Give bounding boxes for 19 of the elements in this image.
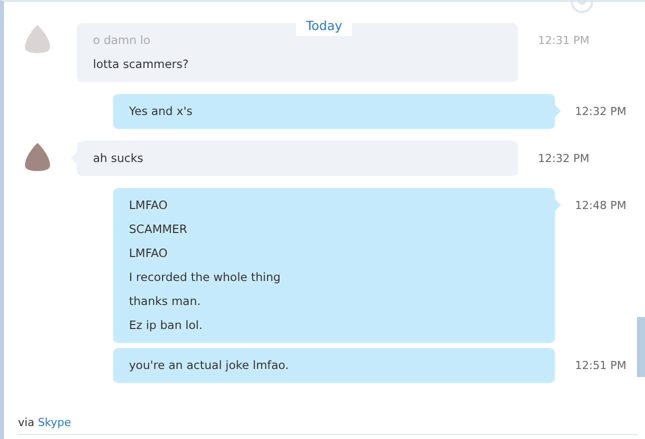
message-text: Ez ip ban lol. <box>129 317 204 334</box>
scrollbar-thumb[interactable] <box>637 317 645 377</box>
message-text: thanks man. <box>129 293 202 310</box>
message-time: 12:48 PM <box>575 198 626 214</box>
message-text: Yes and x's <box>129 103 194 120</box>
message-text: SCAMMER <box>129 221 188 238</box>
message-time: 12:32 PM <box>538 151 590 167</box>
message-text: lotta scammers? <box>93 56 190 73</box>
via-label: via <box>18 416 34 429</box>
message-time: 12:51 PM <box>575 358 626 374</box>
message-text: LMFAO <box>129 197 169 214</box>
message-text: you're an actual joke lmfao. <box>129 357 290 374</box>
message-text: o damn lo <box>93 32 152 49</box>
message-text: LMFAO <box>129 245 169 262</box>
skype-link[interactable]: Skype <box>38 416 72 429</box>
message-text: I recorded the whole thing <box>129 269 282 286</box>
message-time: 12:31 PM <box>538 33 590 49</box>
message-time: 12:32 PM <box>575 104 626 120</box>
message-text: ah sucks <box>93 150 144 167</box>
